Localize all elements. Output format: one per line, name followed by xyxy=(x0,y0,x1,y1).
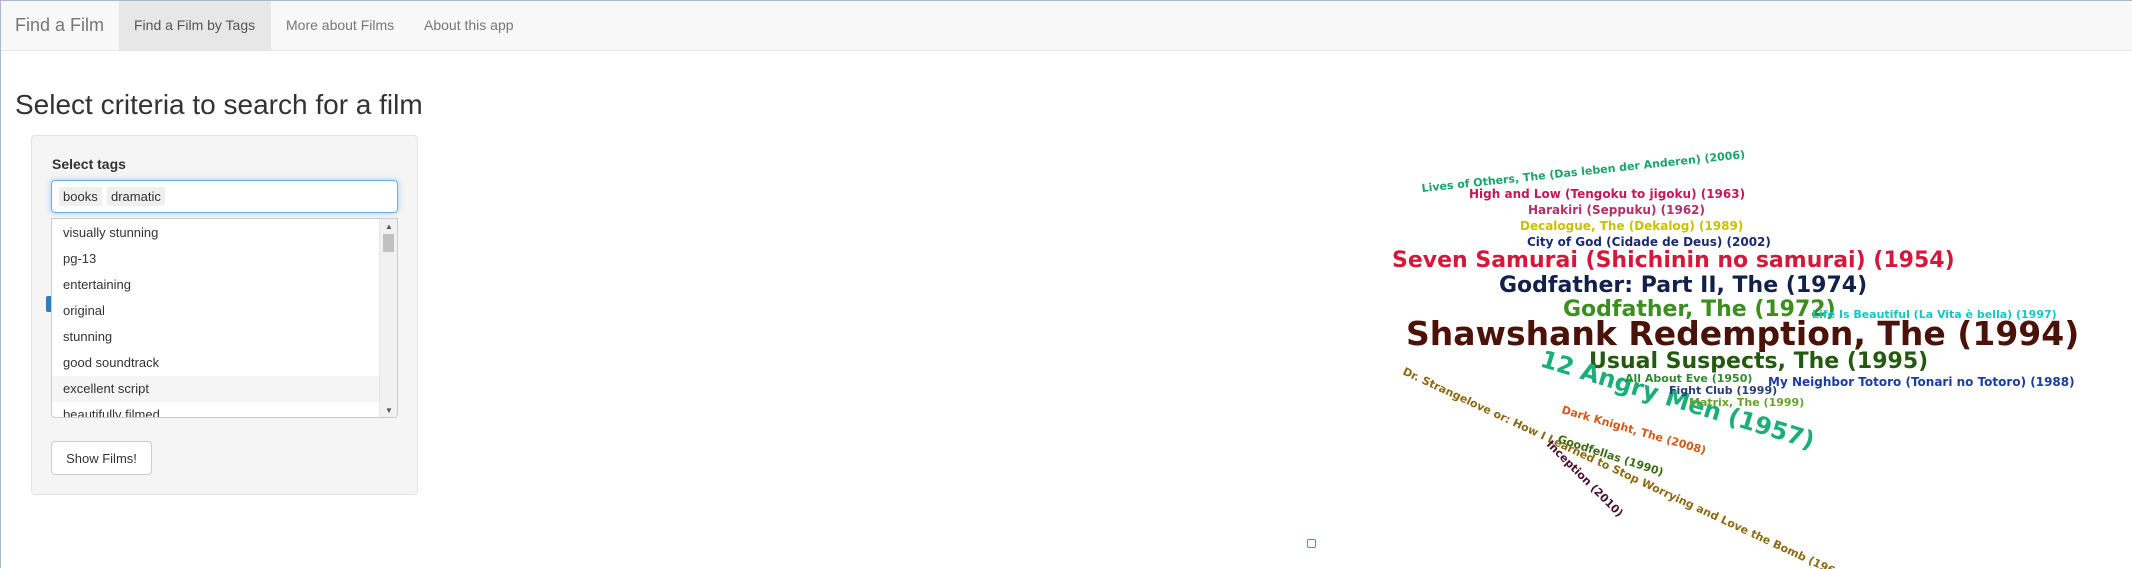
tab-more-about-films[interactable]: More about Films xyxy=(271,1,409,50)
scroll-up-arrow-icon[interactable]: ▲ xyxy=(385,222,393,231)
cloud-word[interactable]: Seven Samurai (Shichinin no samurai) (19… xyxy=(1392,248,1955,273)
dropdown-option[interactable]: visually stunning xyxy=(52,220,379,246)
scroll-down-arrow-icon[interactable]: ▼ xyxy=(385,406,393,415)
cloud-word[interactable]: Lives of Others, The (Das leben der Ande… xyxy=(1421,148,1746,195)
dropdown-option[interactable]: original xyxy=(52,298,379,324)
dropdown-option[interactable]: beautifully filmed xyxy=(52,402,379,417)
cloud-word[interactable]: My Neighbor Totoro (Tonari no Totoro) (1… xyxy=(1768,375,2075,389)
cloud-word[interactable]: Shawshank Redemption, The (1994) xyxy=(1406,314,2079,353)
tab-find-by-tags[interactable]: Find a Film by Tags xyxy=(119,1,271,50)
tags-select-input[interactable]: books dramatic xyxy=(51,180,398,213)
scrollbar-thumb[interactable] xyxy=(383,234,394,252)
dropdown-option[interactable]: pg-13 xyxy=(52,246,379,272)
dropdown-option[interactable]: good soundtrack xyxy=(52,350,379,376)
search-panel: Select tags books dramatic visually stun… xyxy=(31,135,418,495)
tag-chip-books[interactable]: books xyxy=(59,187,102,206)
cloud-word[interactable]: Harakiri (Seppuku) (1962) xyxy=(1528,203,1705,217)
tab-about-app[interactable]: About this app xyxy=(409,1,529,50)
dropdown-scrollbar[interactable]: ▲ ▼ xyxy=(379,219,397,417)
cloud-word[interactable]: Decalogue, The (Dekalog) (1989) xyxy=(1520,219,1743,233)
dropdown-option-highlighted[interactable]: excellent script xyxy=(52,376,379,402)
cloud-word[interactable]: 12 Angry Men (1957) xyxy=(1537,345,1818,455)
cloud-word[interactable]: Godfather, The (1972) xyxy=(1563,297,1836,322)
cloud-word[interactable]: Life Is Beautiful (La Vita è bella) (199… xyxy=(1812,308,2057,321)
tags-dropdown[interactable]: visually stunning pg-13 entertaining ori… xyxy=(51,218,398,418)
cloud-word[interactable]: Matrix, The (1999) xyxy=(1689,396,1804,409)
cloud-word[interactable]: Godfather: Part II, The (1974) xyxy=(1499,273,1867,298)
cloud-word[interactable]: High and Low (Tengoku to jigoku) (1963) xyxy=(1469,187,1745,201)
show-films-button[interactable]: Show Films! xyxy=(51,441,152,475)
dropdown-option[interactable]: entertaining xyxy=(52,272,379,298)
tags-label: Select tags xyxy=(52,156,126,172)
page-title: Select criteria to search for a film xyxy=(15,89,423,120)
cloud-word[interactable]: Fight Club (1999) xyxy=(1669,384,1777,397)
navbar-brand[interactable]: Find a Film xyxy=(15,15,104,36)
cloud-word[interactable]: Goodfellas (1990) xyxy=(1556,432,1665,478)
loading-indicator-icon xyxy=(1307,539,1316,548)
cloud-word[interactable]: Dark Knight, The (2008) xyxy=(1560,403,1707,457)
cloud-word[interactable]: City of God (Cidade de Deus) (2002) xyxy=(1527,235,1771,249)
cloud-word[interactable]: Dr. Strangelove or: How I Learned to Sto… xyxy=(1401,365,1849,569)
tag-chip-dramatic[interactable]: dramatic xyxy=(107,187,165,206)
dropdown-option[interactable]: stunning xyxy=(52,324,379,350)
cloud-word[interactable]: Usual Suspects, The (1995) xyxy=(1589,349,1928,374)
cloud-word[interactable]: Inception (2010) xyxy=(1544,438,1626,520)
cloud-word[interactable]: All About Eve (1950) xyxy=(1625,372,1752,385)
navbar: Find a Film Find a Film by Tags More abo… xyxy=(1,1,2132,51)
